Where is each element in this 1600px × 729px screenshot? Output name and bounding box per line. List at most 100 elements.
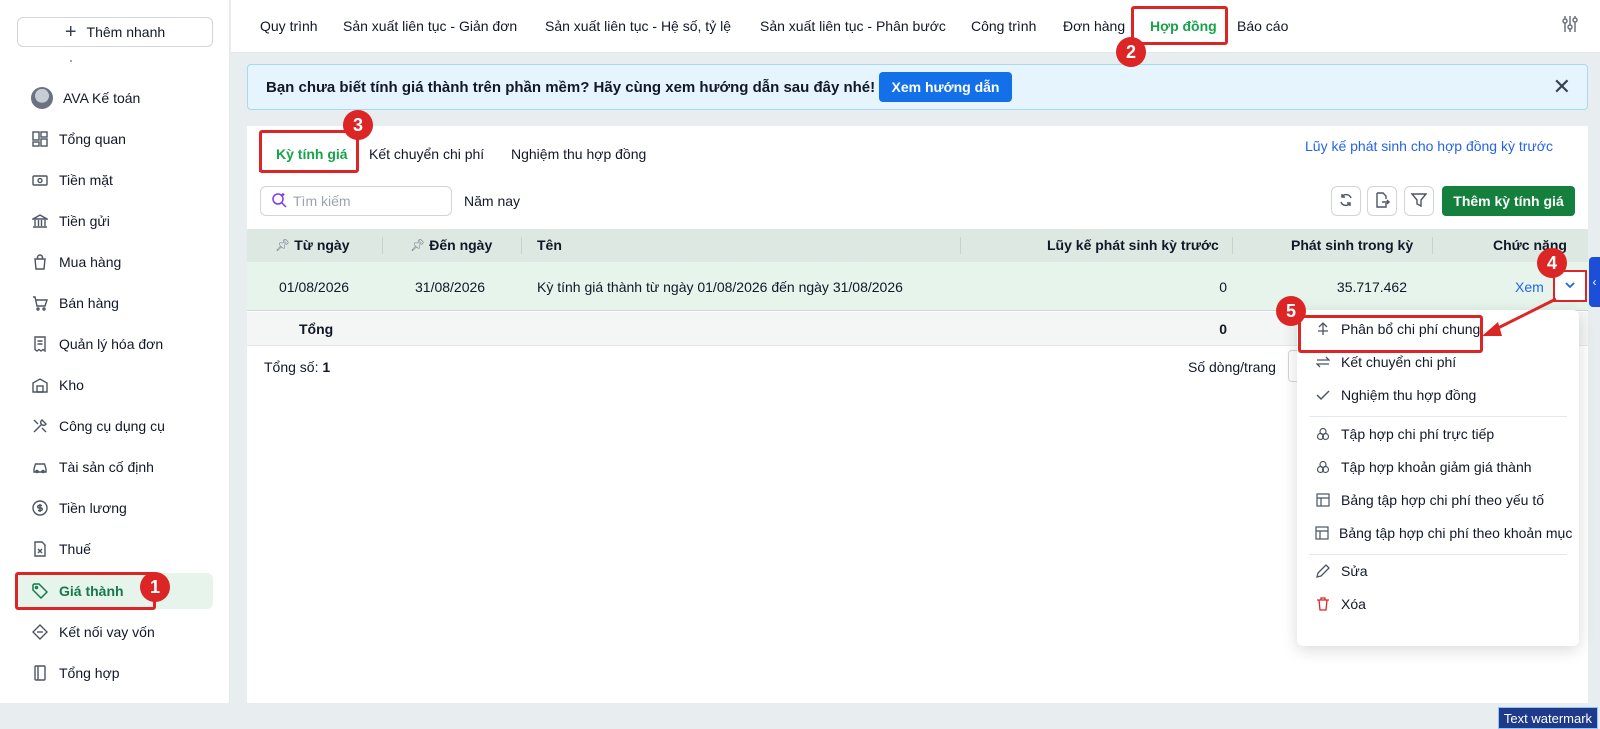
- export-button[interactable]: [1367, 186, 1397, 216]
- check-icon: [1315, 387, 1331, 403]
- col-prior-cumulative[interactable]: Lũy kế phát sinh kỳ trước: [1047, 237, 1219, 253]
- footer-total-label: Tổng: [299, 321, 334, 337]
- sidebar-item-label: Quản lý hóa đơn: [59, 336, 164, 352]
- sidebar-item-label: Giá thành: [59, 583, 124, 599]
- cell-current-period: 35.717.462: [1336, 279, 1407, 295]
- search-box[interactable]: [260, 186, 452, 216]
- pin-icon: 📌︎: [410, 238, 426, 252]
- sidebar-item-loan-connect[interactable]: Kết nối vay vốn: [17, 614, 213, 650]
- menu-item-cost-reductions[interactable]: Tập hợp khoản giảm giá thành: [1309, 453, 1571, 481]
- sidebar-item-deposits[interactable]: Tiền gửi: [17, 203, 213, 239]
- close-icon[interactable]: ✕: [1553, 76, 1571, 98]
- sidebar-item-overview[interactable]: Tổng quan: [17, 121, 213, 157]
- col-to-date[interactable]: 📌︎ Đến ngày: [410, 237, 492, 253]
- menu-item-allocate-overhead[interactable]: Phân bổ chi phí chung: [1309, 315, 1571, 343]
- sidebar-item-fixed-assets[interactable]: Tài sản cố định: [17, 449, 213, 485]
- view-link[interactable]: Xem: [1515, 279, 1544, 295]
- guide-banner: Bạn chưa biết tính giá thành trên phần m…: [247, 64, 1588, 110]
- tab-continuous-step[interactable]: Sản xuất liên tục - Phân bước: [760, 18, 946, 34]
- step-badge-4: 4: [1537, 248, 1567, 278]
- tab-construction[interactable]: Công trình: [971, 18, 1036, 34]
- step-badge-5: 5: [1276, 296, 1306, 326]
- menu-item-delete[interactable]: Xóa: [1309, 590, 1571, 618]
- view-guide-button[interactable]: Xem hướng dẫn: [879, 72, 1012, 102]
- col-name[interactable]: Tên: [537, 237, 562, 253]
- trash-icon: [1315, 596, 1331, 612]
- sidebar-item-label: Kết nối vay vốn: [59, 624, 155, 640]
- add-costing-period-button[interactable]: Thêm kỳ tính giá: [1442, 186, 1575, 216]
- sidebar-item-warehouse[interactable]: Kho: [17, 367, 213, 403]
- menu-item-edit[interactable]: Sửa: [1309, 557, 1571, 585]
- tab-contract-acceptance[interactable]: Nghiệm thu hợp đồng: [511, 146, 646, 162]
- sidebar-item-label: Tiền lương: [59, 500, 127, 516]
- table-icon: [1315, 492, 1331, 508]
- tab-reports[interactable]: Báo cáo: [1237, 18, 1288, 34]
- filter-button[interactable]: [1404, 186, 1434, 216]
- cumulative-prior-link[interactable]: Lũy kế phát sinh cho hợp đồng kỳ trước: [1305, 138, 1553, 154]
- export-file-icon: [1374, 191, 1390, 211]
- cart-icon: [31, 294, 49, 312]
- tab-orders[interactable]: Đơn hàng: [1063, 18, 1125, 34]
- sidebar-item-label: Thuế: [59, 541, 91, 557]
- tab-continuous-simple[interactable]: Sản xuất liên tục - Giản đơn: [343, 18, 517, 34]
- active-tab-underline: [259, 170, 349, 172]
- table-header: 📌︎ Từ ngày 📌︎ Đến ngày Tên Lũy kế phát sin…: [247, 229, 1588, 262]
- col-from-date[interactable]: 📌︎ Từ ngày: [275, 237, 350, 253]
- menu-divider: [1309, 554, 1567, 555]
- side-panel-toggle[interactable]: ‹: [1589, 257, 1600, 307]
- avatar: [31, 87, 53, 109]
- refresh-icon: [1338, 192, 1354, 211]
- menu-item-direct-costs[interactable]: Tập hợp chi phí trực tiếp: [1309, 420, 1571, 448]
- sidebar-user-label: AVA Kế toán: [63, 90, 141, 106]
- row-actions-menu: Phân bổ chi phí chung Kết chuyển chi phí…: [1297, 310, 1579, 646]
- tab-contracts[interactable]: Hợp đồng: [1150, 18, 1217, 34]
- dashboard-icon: [31, 130, 49, 148]
- search-icon: [271, 192, 287, 211]
- sidebar-item-tax[interactable]: Thuế: [17, 531, 213, 567]
- settings-sliders-icon[interactable]: [1560, 14, 1580, 34]
- menu-item-cost-by-item[interactable]: Bảng tập hợp chi phí theo khoản mục: [1309, 519, 1572, 547]
- footer-total-prior: 0: [1219, 321, 1227, 337]
- sidebar-item-invoices[interactable]: Quản lý hóa đơn: [17, 326, 213, 362]
- sidebar-item-sales[interactable]: Bán hàng: [17, 285, 213, 321]
- tab-costing-period[interactable]: Kỳ tính giá: [276, 146, 348, 162]
- tab-cost-transfer[interactable]: Kết chuyển chi phí: [369, 146, 484, 162]
- menu-item-contract-acceptance[interactable]: Nghiệm thu hợp đồng: [1309, 381, 1571, 409]
- circles-icon: [1315, 459, 1331, 475]
- warehouse-icon: [31, 376, 49, 394]
- search-input[interactable]: [293, 193, 433, 209]
- col-current-period[interactable]: Phát sinh trong kỳ: [1291, 237, 1413, 253]
- sidebar-item-summary[interactable]: Tổng hợp: [17, 655, 213, 691]
- sidebar-item-tools[interactable]: Công cụ dụng cụ: [17, 408, 213, 444]
- pencil-icon: [1315, 563, 1331, 579]
- refresh-button[interactable]: [1331, 186, 1361, 216]
- transfer-arrows-icon: [1315, 354, 1331, 370]
- sidebar-item-label: Công cụ dụng cụ: [59, 418, 165, 434]
- table-icon: [1315, 525, 1329, 541]
- table-row[interactable]: 01/08/2026 31/08/2026 Kỳ tính giá thành …: [247, 262, 1588, 311]
- cell-name: Kỳ tính giá thành từ ngày 01/08/2026 đến…: [537, 279, 903, 295]
- sidebar-item-label: Mua hàng: [59, 254, 122, 270]
- shopping-bag-icon: [31, 253, 49, 271]
- sidebar-user[interactable]: AVA Kế toán: [17, 80, 213, 116]
- sidebar-item-purchasing[interactable]: Mua hàng: [17, 244, 213, 280]
- tag-icon: [31, 582, 49, 600]
- tab-continuous-ratio[interactable]: Sản xuất liên tục - Hệ số, tỷ lệ: [545, 18, 731, 34]
- sidebar-item-label: Tổng hợp: [59, 665, 120, 681]
- sidebar-item-label: Bán hàng: [59, 295, 119, 311]
- plus-icon: +: [64, 21, 77, 43]
- quick-add-button[interactable]: + Thêm nhanh: [17, 17, 213, 47]
- menu-item-cost-by-element[interactable]: Bảng tập hợp chi phí theo yếu tố: [1309, 486, 1571, 514]
- sidebar-item-payroll[interactable]: Tiền lương: [17, 490, 213, 526]
- connect-icon: [31, 623, 49, 641]
- step-badge-3: 3: [343, 110, 373, 140]
- step-badge-1: 1: [140, 572, 170, 602]
- sidebar: + Thêm nhanh AVA Kế toán Tổng quan Tiền …: [0, 0, 230, 703]
- menu-item-cost-transfer[interactable]: Kết chuyển chi phí: [1309, 348, 1571, 376]
- sidebar-item-costing[interactable]: Giá thành: [17, 573, 213, 609]
- year-filter[interactable]: Năm nay: [464, 193, 520, 209]
- tab-process[interactable]: Quy trình: [260, 18, 318, 34]
- sidebar-item-cash[interactable]: Tiền mặt: [17, 162, 213, 198]
- sidebar-item-label: Tài sản cố định: [59, 459, 154, 475]
- column-divider: [960, 237, 961, 254]
